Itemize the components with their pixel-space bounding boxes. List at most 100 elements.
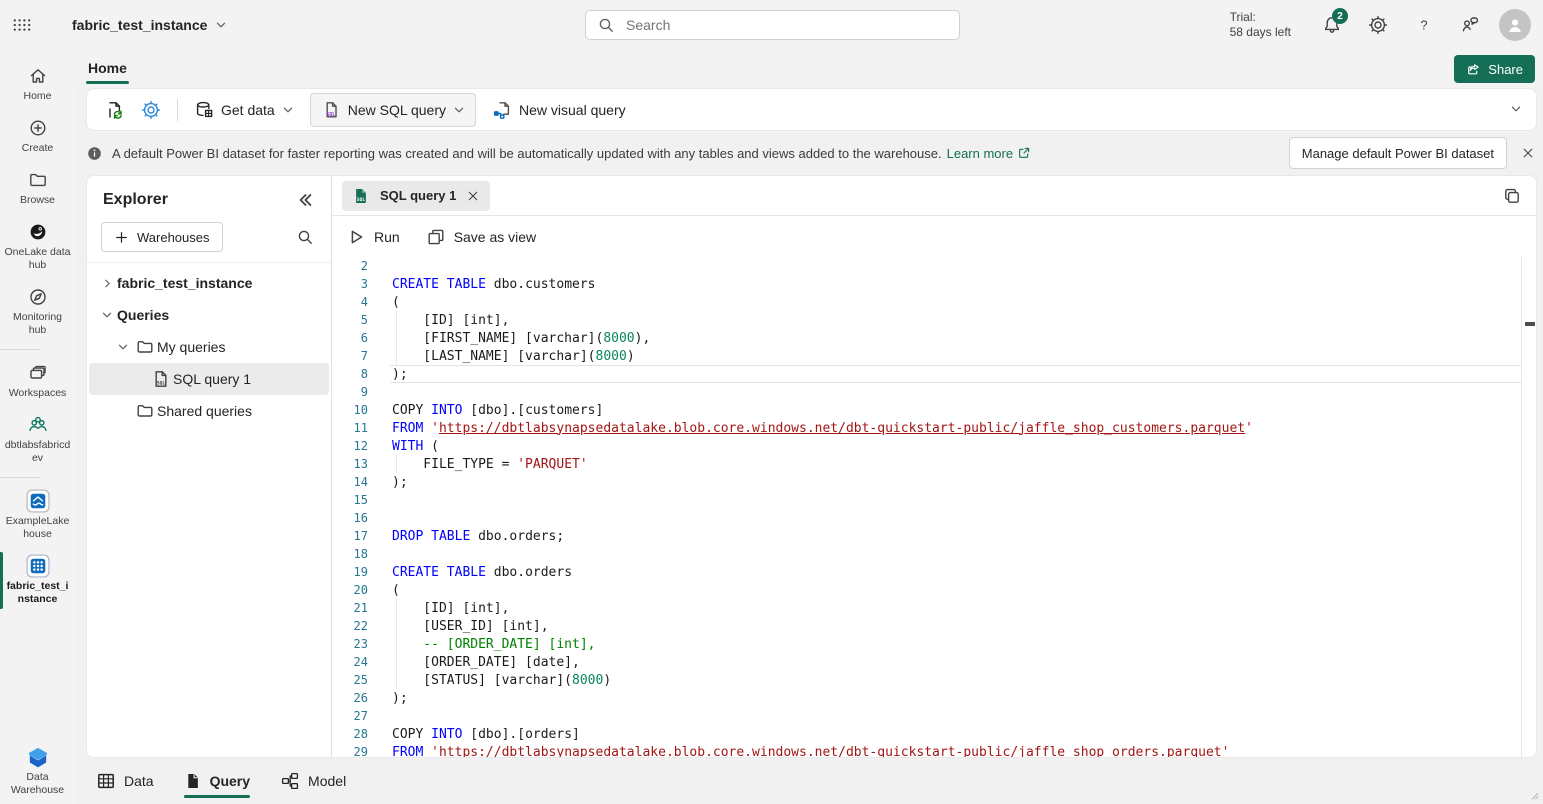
code-line-13[interactable]: 13 FILE_TYPE = 'PARQUET' [332,455,1536,473]
save-as-view-button[interactable]: Save as view [426,227,536,247]
code-line-14[interactable]: 14); [332,473,1536,491]
global-search[interactable] [585,10,960,40]
tree-item-shared-queries[interactable]: Shared queries [89,395,329,427]
rail-item-label: OneLake data hub [5,246,71,272]
rail-item-label: Home [5,90,71,103]
manage-default-dataset-button[interactable]: Manage default Power BI dataset [1289,137,1507,169]
warehouse-settings-button[interactable] [133,94,169,126]
line-number: 6 [332,331,368,345]
code-line-17[interactable]: 17DROP TABLE dbo.orders; [332,527,1536,545]
chevron-down-icon [215,19,227,31]
code-line-25[interactable]: 25 [STATUS] [varchar](8000) [332,671,1536,689]
feedback-button[interactable] [1447,0,1493,50]
code-line-10[interactable]: 10COPY INTO [dbo].[customers] [332,401,1536,419]
copy-icon[interactable] [1502,186,1522,206]
learn-more-link[interactable]: Learn more [947,146,1031,161]
collapse-ribbon-chevron[interactable] [1510,103,1522,115]
code-line-4[interactable]: 4( [332,293,1536,311]
settings-button[interactable] [1355,0,1401,50]
query-tab[interactable]: SQL SQL query 1 [342,181,490,211]
code-line-8[interactable]: 8); [332,365,1536,383]
view-tab-model[interactable]: Model [280,758,346,804]
code-line-3[interactable]: 3CREATE TABLE dbo.customers [332,275,1536,293]
svg-text:SQL: SQL [326,112,335,118]
code-line-2[interactable]: 2 [332,257,1536,275]
code-line-19[interactable]: 19CREATE TABLE dbo.orders [332,563,1536,581]
code-line-22[interactable]: 22 [USER_ID] [int], [332,617,1536,635]
run-button[interactable]: Run [346,227,400,247]
chevron-down-icon[interactable] [97,309,117,321]
editor-overview-ruler[interactable] [1521,257,1536,757]
code-line-26[interactable]: 26); [332,689,1536,707]
close-tab-icon[interactable] [466,189,480,203]
rail-item-workspace-dbtlabsfabricdev[interactable]: dbtlabsfabricdev [0,407,75,472]
get-data-button[interactable]: Get data [186,94,302,126]
rail-item-browse[interactable]: Browse [0,162,75,214]
tree-item-sql-query-1[interactable]: SQLSQL query 1 [89,363,329,395]
code-line-6[interactable]: 6 [FIRST_NAME] [varchar](8000), [332,329,1536,347]
code-line-9[interactable]: 9 [332,383,1536,401]
account-avatar[interactable] [1499,9,1531,41]
rail-item-item-fabric-test-instance[interactable]: fabric_test_instance [0,548,75,613]
line-number: 25 [332,673,368,687]
sql-code-editor[interactable]: 23CREATE TABLE dbo.customers4(5 [ID] [in… [332,257,1536,757]
code-line-16[interactable]: 16 [332,509,1536,527]
code-line-28[interactable]: 28COPY INTO [dbo].[orders] [332,725,1536,743]
search-input[interactable] [624,16,949,34]
rail-item-item-examplelakehouse[interactable]: ExampleLakehouse [0,483,75,548]
query-editor-pane: SQL SQL query 1 Run Save as view 23CREAT… [332,176,1536,757]
help-button[interactable]: ? [1401,0,1447,50]
toolbar-divider [177,99,178,121]
tree-item-queries[interactable]: Queries [89,299,329,331]
rail-item-workspaces[interactable]: Workspaces [0,355,75,407]
code-line-20[interactable]: 20( [332,581,1536,599]
collapse-panel-icon[interactable] [295,190,315,210]
code-line-15[interactable]: 15 [332,491,1536,509]
new-visual-query-button[interactable]: New visual query [484,94,634,126]
refresh-button[interactable] [97,94,133,126]
code-line-21[interactable]: 21 [ID] [int], [332,599,1536,617]
rail-item-monitoring-hub[interactable]: Monitoring hub [0,279,75,344]
app-launcher-waffle-icon[interactable] [0,0,44,50]
gear-blue-icon [141,100,161,120]
ribbon-tab-home[interactable]: Home [86,56,129,80]
explorer-search-icon[interactable] [295,227,315,247]
code-line-18[interactable]: 18 [332,545,1536,563]
code-line-27[interactable]: 27 [332,707,1536,725]
chevron-down-icon[interactable] [113,341,133,353]
create-icon [28,117,48,139]
line-number: 3 [332,277,368,291]
rail-item-label: Workspaces [5,387,71,400]
code-line-23[interactable]: 23 -- [ORDER_DATE] [int], [332,635,1536,653]
line-number: 16 [332,511,368,525]
people-icon [27,414,49,436]
resize-handle-icon[interactable] [1526,787,1540,801]
code-line-7[interactable]: 7 [LAST_NAME] [varchar](8000) [332,347,1536,365]
onelake-icon [28,221,48,243]
rail-item-label: dbtlabsfabricdev [5,439,71,465]
tree-item-fabric-test-instance[interactable]: fabric_test_instance [89,267,329,299]
chevron-right-icon[interactable] [97,278,117,289]
new-sql-query-button[interactable]: SQL New SQL query [310,93,476,127]
view-tab-data[interactable]: Data [96,758,154,804]
rail-item-data-warehouse[interactable]: Data Warehouse [0,739,75,804]
code-line-5[interactable]: 5 [ID] [int], [332,311,1536,329]
rail-item-create[interactable]: Create [0,110,75,162]
line-number: 26 [332,691,368,705]
tree-item-my-queries[interactable]: My queries [89,331,329,363]
close-icon[interactable] [1521,146,1535,160]
query-tab-title: SQL query 1 [380,188,456,203]
code-line-11[interactable]: 11FROM 'https://dbtlabsynapsedatalake.bl… [332,419,1536,437]
rail-item-home[interactable]: Home [0,58,75,110]
chevron-down-icon [282,104,294,116]
code-line-12[interactable]: 12WITH ( [332,437,1536,455]
code-line-29[interactable]: 29FROM 'https://dbtlabsynapsedatalake.bl… [332,743,1536,757]
share-button[interactable]: Share [1454,55,1535,83]
view-tab-query[interactable]: Query [184,758,250,804]
explorer-panel: Explorer Warehouses fabric_test_instance… [87,176,332,757]
code-line-24[interactable]: 24 [ORDER_DATE] [date], [332,653,1536,671]
workspace-switcher[interactable]: fabric_test_instance [72,17,227,33]
notifications-button[interactable]: 2 [1309,0,1355,50]
add-warehouses-button[interactable]: Warehouses [101,222,223,252]
rail-item-onelake-data-hub[interactable]: OneLake data hub [0,214,75,279]
